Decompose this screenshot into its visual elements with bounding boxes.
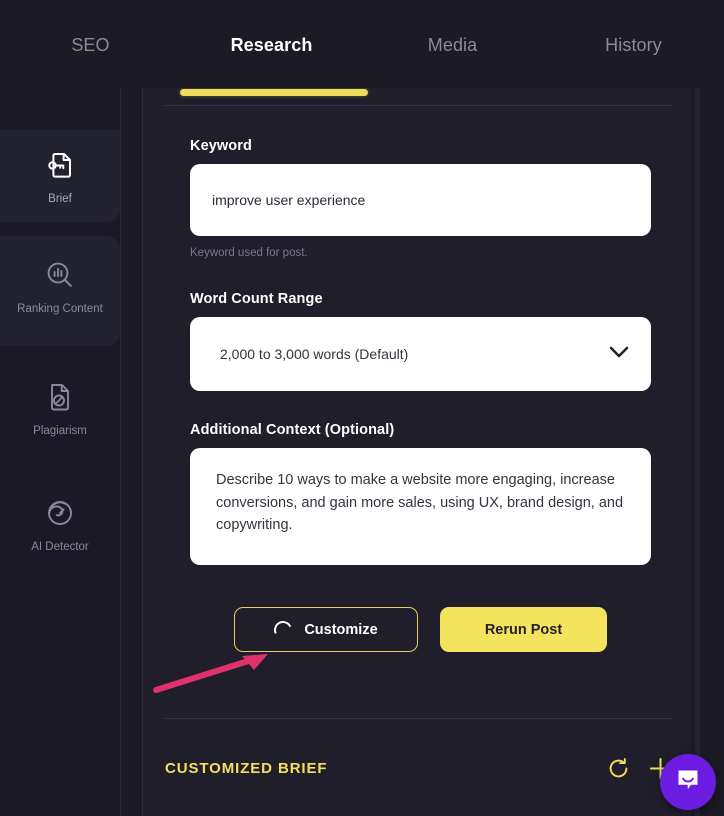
sidebar-item-plagiarism[interactable]: Plagiarism [0, 378, 120, 439]
panel-top-divider [165, 105, 673, 106]
customize-button[interactable]: Customize [234, 607, 418, 652]
rerun-post-button-label: Rerun Post [484, 621, 563, 638]
word-count-select[interactable]: 2,000 to 3,000 words (Default) [190, 317, 651, 391]
word-count-selected-value: 2,000 to 3,000 words (Default) [220, 346, 409, 362]
keyword-input-value: improve user experience [212, 192, 366, 208]
document-key-icon [41, 146, 79, 184]
additional-context-textarea[interactable]: Describe 10 ways to make a website more … [190, 448, 651, 565]
research-panel: Keyword improve user experience Keyword … [143, 88, 691, 816]
sidebar-item-label-ai-detector: AI Detector [31, 541, 89, 553]
keyword-field-group: Keyword improve user experience Keyword … [190, 138, 651, 259]
word-count-field-group: Word Count Range 2,000 to 3,000 words (D… [190, 291, 651, 391]
tab-media[interactable]: Media [362, 33, 543, 56]
tab-history[interactable]: History [543, 33, 724, 56]
active-tab-underline [180, 89, 368, 96]
customize-button-label: Customize [304, 621, 378, 638]
sidebar-item-ai-detector[interactable]: AI Detector [0, 494, 120, 555]
sidebar-divider [120, 88, 121, 816]
chevron-down-icon [609, 346, 629, 362]
magnifier-bars-icon [41, 256, 79, 294]
refresh-icon[interactable] [607, 757, 630, 780]
additional-context-value: Describe 10 ways to make a website more … [216, 472, 624, 533]
content-left-divider [142, 88, 143, 816]
customized-brief-header: CUSTOMIZED BRIEF [165, 756, 673, 781]
intercom-chat-button[interactable] [660, 754, 716, 810]
word-count-label: Word Count Range [190, 291, 323, 307]
rerun-post-button[interactable]: Rerun Post [440, 607, 607, 652]
document-block-icon [41, 378, 79, 416]
sidebar-item-brief[interactable]: Brief [0, 146, 120, 207]
app-root: SEO Research Media History Brief Ranking… [0, 0, 724, 816]
action-button-row: Customize Rerun Post [190, 607, 651, 652]
keyword-input[interactable]: improve user experience [190, 164, 651, 236]
additional-context-label: Additional Context (Optional) [190, 422, 395, 438]
keyword-helper-text: Keyword used for post. [190, 247, 308, 259]
tab-research[interactable]: Research [181, 33, 362, 56]
intercom-chat-icon [674, 766, 702, 799]
sidebar-item-label-ranking-content: Ranking Content [17, 303, 103, 315]
left-sidebar: Brief Ranking Content Plagiarism AI Dete… [0, 88, 120, 816]
tab-seo[interactable]: SEO [0, 33, 181, 56]
top-navigation: SEO Research Media History [0, 0, 724, 88]
keyword-label: Keyword [190, 138, 252, 154]
customized-brief-title: CUSTOMIZED BRIEF [165, 760, 328, 777]
radar-spiral-icon [41, 494, 79, 532]
sidebar-item-label-brief: Brief [48, 193, 72, 205]
sidebar-item-label-plagiarism: Plagiarism [33, 425, 87, 437]
brief-form: Keyword improve user experience Keyword … [190, 138, 651, 652]
additional-context-field-group: Additional Context (Optional) Describe 1… [190, 422, 651, 565]
content-scrollbar[interactable] [695, 88, 700, 816]
footer-divider [165, 718, 673, 719]
sidebar-item-ranking-content[interactable]: Ranking Content [0, 256, 120, 317]
loading-spinner-icon [271, 617, 295, 642]
